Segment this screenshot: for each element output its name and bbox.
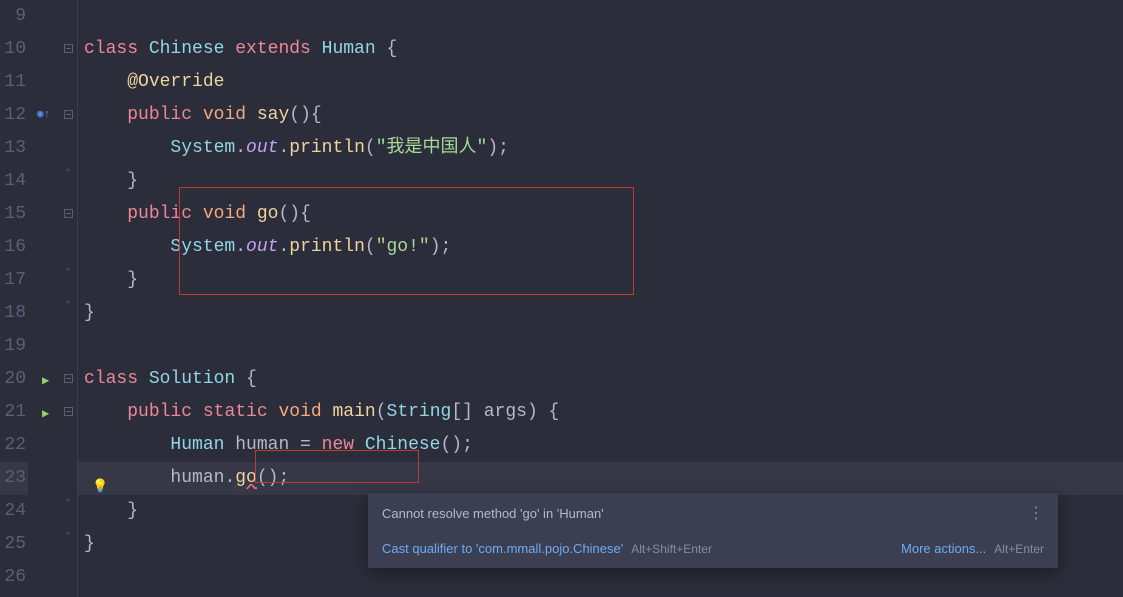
shortcut-hint: Alt+Enter xyxy=(994,542,1044,556)
run-gutter-icon[interactable]: ▶ xyxy=(42,373,49,388)
code-line[interactable]: public static void main(String[] args) { xyxy=(78,396,1123,429)
fold-end-icon[interactable]: ⌃ xyxy=(65,267,70,277)
code-line[interactable]: public void say(){ xyxy=(78,99,1123,132)
code-line[interactable]: class Chinese extends Human { xyxy=(78,33,1123,66)
code-area[interactable]: class Chinese extends Human { @Override … xyxy=(78,0,1123,597)
line-number: 19 xyxy=(0,330,28,363)
line-number: 14 xyxy=(0,165,28,198)
shortcut-hint: Alt+Shift+Enter xyxy=(631,542,712,556)
line-number: 15 xyxy=(0,198,28,231)
error-message: Cannot resolve method 'go' in 'Human' xyxy=(382,506,604,521)
more-actions-link[interactable]: More actions... xyxy=(901,541,986,556)
code-line[interactable]: class Solution { xyxy=(78,363,1123,396)
code-line[interactable]: } xyxy=(78,165,1123,198)
code-line[interactable]: } xyxy=(78,297,1123,330)
quick-fix-link[interactable]: Cast qualifier to 'com.mmall.pojo.Chines… xyxy=(382,541,623,556)
line-number: 10 xyxy=(0,33,28,66)
line-number: 23 xyxy=(0,462,28,495)
line-number: 21 xyxy=(0,396,28,429)
code-line[interactable]: @Override xyxy=(78,66,1123,99)
code-line[interactable]: } xyxy=(78,264,1123,297)
fold-collapse-icon[interactable] xyxy=(64,110,73,119)
code-line[interactable]: System.out.println("我是中国人"); xyxy=(78,132,1123,165)
override-icon[interactable]: ◉↑ xyxy=(37,107,50,121)
line-number: 25 xyxy=(0,528,28,561)
line-number: 18 xyxy=(0,297,28,330)
fold-end-icon[interactable]: ⌃ xyxy=(65,300,70,310)
run-gutter-icon[interactable]: ▶ xyxy=(42,406,49,421)
more-menu-icon[interactable]: ⋮ xyxy=(1028,503,1044,523)
line-number: 22 xyxy=(0,429,28,462)
fold-collapse-icon[interactable] xyxy=(64,44,73,53)
line-number: 17 xyxy=(0,264,28,297)
code-editor[interactable]: 9 10 11 12 13 14 15 16 17 18 19 20 21 22… xyxy=(0,0,1123,597)
line-number: 20 xyxy=(0,363,28,396)
error-hint-popup[interactable]: Cannot resolve method 'go' in 'Human' ⋮ … xyxy=(368,493,1058,568)
code-line[interactable]: Human human = new Chinese(); xyxy=(78,429,1123,462)
code-line[interactable]: public void go(){ xyxy=(78,198,1123,231)
line-number: 12 xyxy=(0,99,28,132)
fold-gutter: ⌃ ⌃ ⌃ ⌃ ⌃ xyxy=(62,0,78,597)
code-line[interactable]: 💡 human.go(); xyxy=(78,462,1123,495)
code-line[interactable]: System.out.println("go!"); xyxy=(78,231,1123,264)
line-number: 26 xyxy=(0,561,28,594)
code-line[interactable] xyxy=(78,330,1123,363)
fold-end-icon[interactable]: ⌃ xyxy=(65,531,70,541)
fold-end-icon[interactable]: ⌃ xyxy=(65,498,70,508)
line-number: 11 xyxy=(0,66,28,99)
fold-end-icon[interactable]: ⌃ xyxy=(65,168,70,178)
line-number: 24 xyxy=(0,495,28,528)
line-number: 16 xyxy=(0,231,28,264)
fold-collapse-icon[interactable] xyxy=(64,209,73,218)
fold-collapse-icon[interactable] xyxy=(64,374,73,383)
gutter-icons: ◉↑ ▶ ▶ xyxy=(34,0,62,597)
code-line[interactable] xyxy=(78,0,1123,33)
line-number: 9 xyxy=(0,0,28,33)
fold-collapse-icon[interactable] xyxy=(64,407,73,416)
line-number: 13 xyxy=(0,132,28,165)
line-number-gutter: 9 10 11 12 13 14 15 16 17 18 19 20 21 22… xyxy=(0,0,34,597)
